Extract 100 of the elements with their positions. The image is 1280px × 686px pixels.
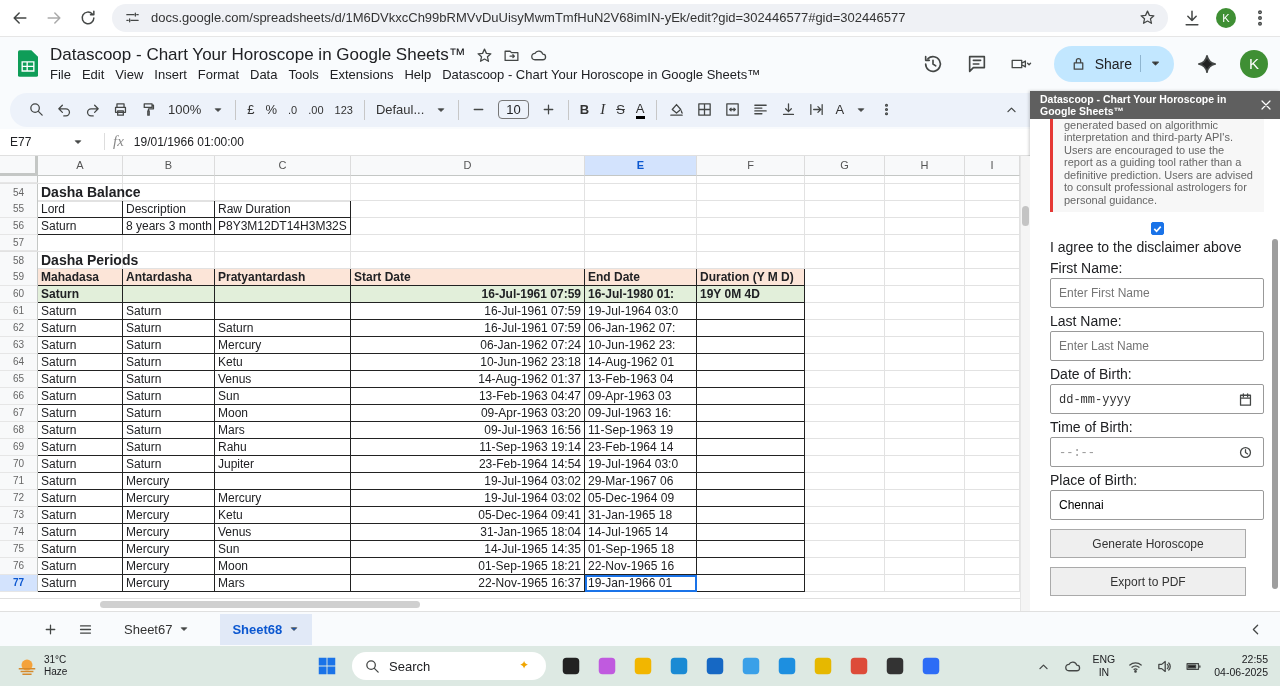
table-cell[interactable]	[697, 557, 805, 575]
table-cell[interactable]: Sun	[215, 540, 351, 558]
menu-item[interactable]: Format	[197, 67, 239, 83]
table-cell[interactable]: Saturn	[123, 370, 215, 388]
table-cell[interactable]	[215, 472, 351, 490]
table-cell[interactable]: Mars	[215, 574, 351, 592]
document-title[interactable]: Datascoop - Chart Your Horoscope in Google Sheets™	[50, 45, 466, 66]
strikethrough-button[interactable]: S	[616, 102, 625, 118]
currency-format-button[interactable]: £	[247, 102, 255, 118]
table-cell[interactable]: Saturn	[38, 217, 123, 235]
table-cell[interactable]: Raw Duration	[215, 200, 351, 218]
table-cell[interactable]: Venus	[215, 523, 351, 541]
table-cell[interactable]	[697, 353, 805, 371]
table-cell[interactable]: Saturn	[123, 438, 215, 456]
table-cell[interactable]: Jupiter	[215, 455, 351, 473]
table-cell[interactable]: Moon	[215, 404, 351, 422]
clock[interactable]: 22:55 04-06-2025	[1214, 653, 1268, 680]
bold-button[interactable]: B	[579, 102, 590, 118]
panel-button[interactable]: Export to PDF	[1050, 567, 1246, 597]
column-header[interactable]: C	[215, 155, 351, 176]
table-cell[interactable]: Mercury	[123, 574, 215, 592]
table-cell[interactable]: Mercury	[123, 523, 215, 541]
table-cell[interactable]	[697, 302, 805, 320]
table-cell[interactable]: Description	[123, 200, 215, 218]
share-button[interactable]: Share	[1053, 45, 1174, 82]
table-cell[interactable]: Mercury	[215, 336, 351, 354]
table-cell[interactable]	[697, 523, 805, 541]
table-cell[interactable]: Saturn	[123, 302, 215, 320]
section-title[interactable]: Dasha Balance	[38, 183, 351, 202]
panel-scrollbar[interactable]	[1272, 238, 1278, 589]
sheet-tab[interactable]: Sheet68	[220, 613, 313, 645]
table-cell[interactable]: 09-Jul-1963 16:	[585, 404, 697, 422]
menu-item[interactable]: View	[115, 67, 144, 83]
table-cell[interactable]: Mercury	[123, 506, 215, 524]
table-cell[interactable]: 05-Dec-1964 09	[585, 489, 697, 507]
table-cell[interactable]: Saturn	[38, 523, 123, 541]
input-field[interactable]: Enter Last Name	[1050, 331, 1264, 362]
table-cell[interactable]: 19-Jul-1964 03:0	[585, 302, 697, 320]
menu-item[interactable]: Extensions	[329, 67, 394, 83]
language-indicator[interactable]: ENG IN	[1092, 653, 1116, 680]
number-format-button[interactable]: 123	[334, 103, 353, 116]
table-cell[interactable]: 13-Feb-1963 04:47	[351, 387, 585, 405]
table-cell[interactable]: Saturn	[123, 353, 215, 371]
table-cell[interactable]: 10-Jun-1962 23:	[585, 336, 697, 354]
table-cell[interactable]: Lord	[38, 200, 123, 218]
table-cell[interactable]: Saturn	[38, 574, 123, 592]
menu-item[interactable]: File	[50, 67, 71, 83]
table-cell[interactable]: 23-Feb-1964 14:54	[351, 455, 585, 473]
table-cell[interactable]: Saturn	[38, 438, 123, 456]
table-cell[interactable]: Saturn	[38, 336, 123, 354]
table-cell[interactable]: Moon	[215, 557, 351, 575]
name-box[interactable]: E77	[10, 134, 66, 149]
table-cell[interactable]: Saturn	[123, 387, 215, 405]
table-cell[interactable]	[697, 421, 805, 439]
input-field[interactable]: --:--	[1050, 437, 1264, 468]
column-header[interactable]: B	[123, 155, 215, 176]
column-header[interactable]: G	[805, 155, 885, 176]
table-cell[interactable]: P8Y3M12DT14H3M32S	[215, 217, 351, 235]
font-size-field[interactable]: 10	[498, 100, 529, 120]
table-cell[interactable]: Saturn	[38, 489, 123, 507]
agree-checkbox[interactable]	[1150, 222, 1164, 236]
menu-item[interactable]: Edit	[81, 67, 105, 83]
table-cell[interactable]: Mercury	[123, 557, 215, 575]
table-cell[interactable]: Saturn	[38, 404, 123, 422]
table-cell[interactable]: Saturn	[38, 319, 123, 337]
star-icon[interactable]	[1139, 9, 1156, 27]
table-cell[interactable]	[697, 455, 805, 473]
italic-button[interactable]: I	[600, 101, 606, 119]
table-cell[interactable]: Mercury	[123, 540, 215, 558]
borders-icon[interactable]	[695, 101, 713, 119]
table-cell[interactable]: 31-Jan-1965 18	[585, 506, 697, 524]
decrease-decimal-button[interactable]: .0	[288, 103, 298, 116]
table-cell[interactable]: Venus	[215, 370, 351, 388]
column-header[interactable]: F	[697, 155, 805, 176]
fill-color-icon[interactable]	[667, 101, 685, 119]
table-cell[interactable]: 16-Jul-1961 07:59	[351, 302, 585, 320]
table-cell[interactable]: 01-Sep-1965 18	[585, 540, 697, 558]
table-cell[interactable]	[697, 540, 805, 558]
input-field[interactable]: Chennai	[1050, 490, 1264, 521]
table-cell[interactable]: Saturn	[38, 387, 123, 405]
table-cell[interactable]	[697, 387, 805, 405]
table-cell[interactable]: Saturn	[38, 370, 123, 388]
table-cell[interactable]: 19-Jul-1964 03:0	[585, 455, 697, 473]
font-dropdown[interactable]: Defaul...	[375, 102, 425, 118]
table-cell[interactable]: Saturn	[38, 540, 123, 558]
table-cell[interactable]: 09-Apr-1963 03	[585, 387, 697, 405]
table-cell[interactable]: Saturn	[123, 319, 215, 337]
table-cell[interactable]: 8 years 3 month	[123, 217, 215, 235]
panel-button[interactable]: Generate Horoscope	[1050, 529, 1246, 559]
table-cell[interactable]: Saturn	[123, 336, 215, 354]
zoom-dropdown[interactable]: 100%	[168, 102, 202, 118]
table-cell[interactable]: 11-Sep-1963 19:14	[351, 438, 585, 456]
table-cell[interactable]: 14-Aug-1962 01	[585, 353, 697, 371]
increase-decimal-button[interactable]: .00	[308, 103, 324, 116]
menu-item[interactable]: Data	[250, 67, 278, 83]
vertical-scrollbar[interactable]	[1022, 205, 1029, 226]
merge-cells-icon[interactable]	[723, 101, 741, 119]
table-cell[interactable]: Saturn	[38, 455, 123, 473]
table-cell[interactable]	[697, 438, 805, 456]
search-icon[interactable]	[28, 101, 45, 119]
